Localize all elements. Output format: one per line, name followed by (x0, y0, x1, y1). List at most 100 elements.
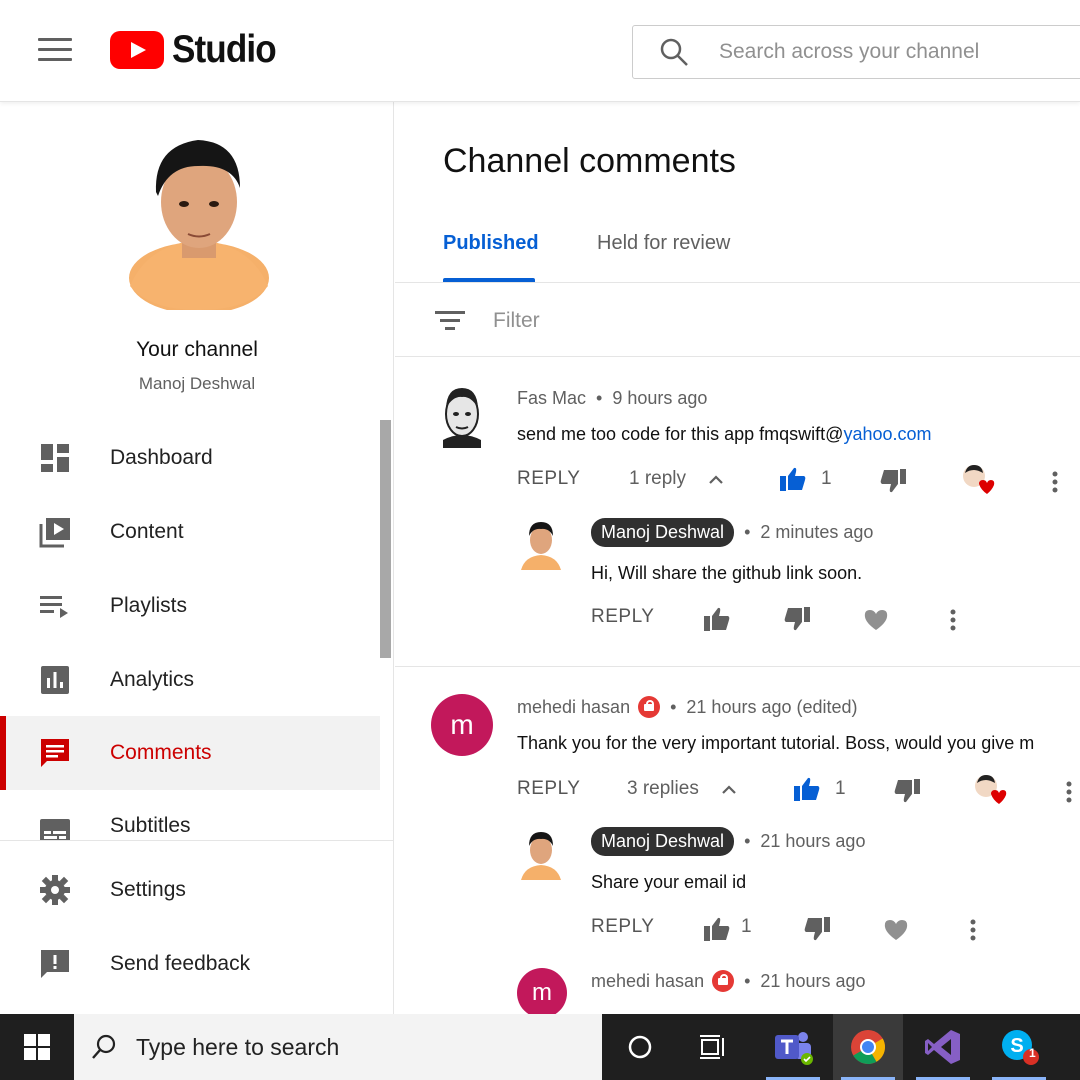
like-count: 1 (835, 778, 846, 799)
comment-meta: Fas Mac • 9 hours ago (517, 388, 707, 409)
comment-actions: REPLY 3 replies 1 (517, 775, 1080, 808)
reply-time[interactable]: 2 minutes ago (760, 522, 873, 543)
svg-text:S: S (1010, 1035, 1023, 1057)
skype-app-button[interactable]: S 1 (984, 1014, 1054, 1080)
channel-avatar[interactable] (128, 136, 270, 310)
reply-button[interactable]: REPLY (591, 916, 654, 938)
sidebar-item-settings[interactable]: Settings (0, 853, 380, 927)
dislike-icon[interactable] (783, 606, 811, 632)
youtube-play-icon (110, 31, 164, 69)
teams-app-button[interactable] (758, 1014, 828, 1080)
owner-author-chip[interactable]: Manoj Deshwal (591, 518, 735, 547)
task-view-icon (700, 1035, 724, 1059)
task-view-button[interactable] (678, 1014, 748, 1080)
gear-icon (40, 875, 70, 905)
more-options-icon[interactable] (1051, 470, 1059, 494)
sidebar-item-content[interactable]: Content (0, 495, 380, 569)
heart-icon[interactable] (883, 918, 909, 942)
windows-taskbar: Type here to search S 1 (0, 1014, 1080, 1080)
sidebar-item-label: Dashboard (110, 446, 213, 469)
more-options-icon[interactable] (969, 918, 977, 942)
search-input[interactable] (719, 40, 1059, 64)
more-options-icon[interactable] (949, 608, 957, 632)
subtitles-icon (40, 819, 70, 840)
replies-toggle[interactable]: 3 replies (627, 778, 737, 800)
comment-divider (395, 666, 1080, 667)
dashboard-icon (41, 444, 69, 472)
replies-count: 3 replies (627, 778, 699, 799)
channel-name: Manoj Deshwal (138, 374, 256, 393)
teams-icon (775, 1032, 813, 1065)
dislike-icon[interactable] (803, 916, 831, 942)
lock-badge-icon (638, 696, 661, 718)
sidebar-item-label: Playlists (110, 594, 188, 617)
comment-author[interactable]: Fas Mac (517, 388, 586, 409)
sidebar-item-label: Comments (110, 741, 212, 764)
dislike-icon[interactable] (893, 778, 921, 804)
like-icon[interactable] (703, 916, 731, 942)
playlists-icon (40, 596, 68, 618)
more-options-icon[interactable] (1065, 780, 1073, 804)
chrome-app-button[interactable] (833, 1014, 903, 1080)
like-icon[interactable] (779, 466, 807, 492)
sidebar-item-subtitles[interactable]: Subtitles (0, 790, 380, 840)
youtube-studio-logo[interactable]: Studio (110, 28, 287, 72)
taskbar-search-text[interactable]: Type here to search (136, 1034, 339, 1061)
tab-published[interactable]: Published (443, 232, 539, 255)
filter-bar[interactable]: Filter (395, 283, 1080, 357)
sidebar-item-label: Content (110, 520, 184, 543)
your-channel-label[interactable]: Your channel (0, 338, 394, 362)
reply-text: Share your email id (591, 872, 747, 892)
reply-time[interactable]: 21 hours ago (760, 831, 865, 852)
owner-avatar[interactable] (519, 830, 563, 882)
reply-button[interactable]: REPLY (591, 606, 654, 628)
filter-placeholder[interactable]: Filter (493, 309, 540, 333)
comment-link[interactable]: yahoo.com (843, 424, 931, 444)
tab-held-for-review[interactable]: Held for review (597, 232, 730, 255)
reply-author[interactable]: mehedi hasan (591, 971, 704, 992)
reply-meta: mehedi hasan • 21 hours ago (591, 970, 866, 992)
commenter-avatar[interactable] (437, 384, 487, 448)
visual-studio-app-button[interactable] (908, 1014, 978, 1080)
reply-button[interactable]: REPLY (517, 778, 580, 800)
creator-heart-icon[interactable] (973, 774, 1007, 806)
search-box[interactable] (632, 25, 1080, 79)
sidebar-item-playlists[interactable]: Playlists (0, 569, 380, 643)
sidebar-item-comments[interactable]: Comments (0, 716, 380, 790)
separator: • (670, 696, 677, 717)
reply-button[interactable]: REPLY (517, 468, 580, 490)
comment-body: send me too code for this app fmqswift@ (517, 424, 844, 444)
search-icon[interactable] (659, 37, 689, 67)
dislike-icon[interactable] (879, 468, 907, 494)
main-content: Channel comments Published Held for revi… (395, 102, 1080, 1014)
chevron-up-icon (709, 475, 723, 484)
comment-time[interactable]: 21 hours ago (edited) (686, 697, 857, 718)
filter-icon[interactable] (433, 309, 467, 333)
taskbar-search-box[interactable]: Type here to search (74, 1014, 602, 1080)
comments-icon (41, 739, 69, 767)
sidebar-item-dashboard[interactable]: Dashboard (0, 421, 380, 495)
windows-start-button[interactable] (0, 1014, 74, 1080)
sidebar: Your channel Manoj Deshwal Dashboard Con… (0, 102, 394, 1014)
menu-icon[interactable] (38, 38, 72, 64)
reply-meta: Manoj Deshwal • 2 minutes ago (591, 518, 873, 547)
owner-author-chip[interactable]: Manoj Deshwal (591, 827, 735, 856)
reply-actions: REPLY (591, 606, 1011, 636)
cortana-button[interactable] (605, 1014, 675, 1080)
creator-heart-icon[interactable] (961, 464, 995, 496)
heart-icon[interactable] (863, 608, 889, 632)
sidebar-scrollbar[interactable] (380, 420, 391, 658)
sidebar-item-send-feedback[interactable]: Send feedback (0, 927, 380, 1001)
commenter-avatar[interactable]: m (517, 968, 567, 1014)
sidebar-item-analytics[interactable]: Analytics (0, 643, 380, 717)
reply-time[interactable]: 21 hours ago (760, 971, 865, 992)
visual-studio-icon (925, 1030, 960, 1064)
owner-avatar[interactable] (519, 520, 563, 572)
commenter-avatar[interactable]: m (431, 694, 493, 756)
sidebar-divider (0, 840, 394, 841)
replies-toggle[interactable]: 1 reply (629, 468, 724, 490)
like-icon[interactable] (793, 776, 821, 802)
comment-author[interactable]: mehedi hasan (517, 697, 630, 718)
comment-time[interactable]: 9 hours ago (612, 388, 707, 409)
like-icon[interactable] (703, 606, 731, 632)
